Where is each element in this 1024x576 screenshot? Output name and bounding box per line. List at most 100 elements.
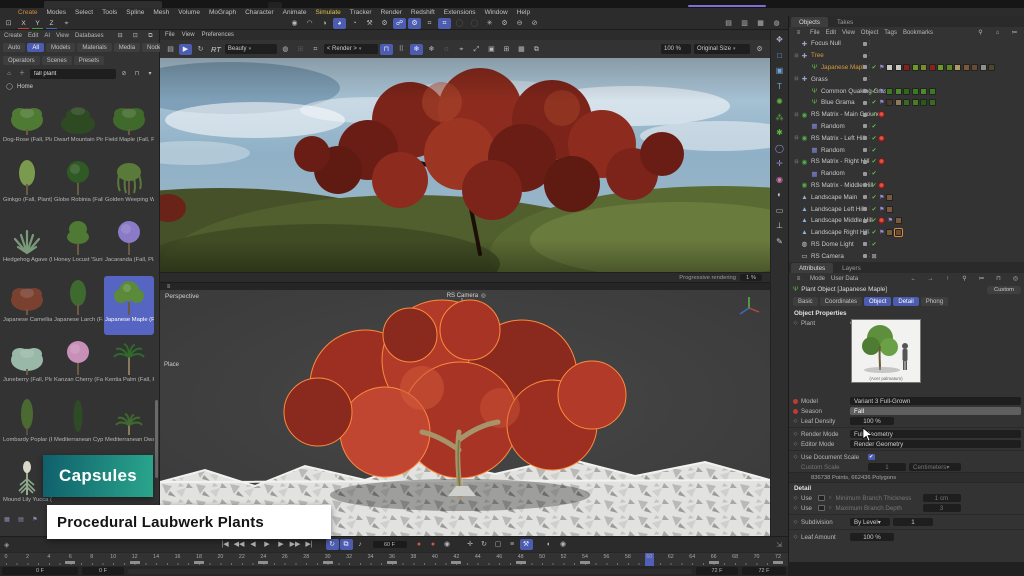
forces-settings-icon[interactable]: ⚙ [498,18,511,29]
visibility-toggle[interactable] [863,113,867,117]
om-menu-tags[interactable]: Tags [884,30,897,36]
redshift-tag-icon[interactable] [878,111,885,118]
enabled-check-icon[interactable]: ✔ [872,241,877,248]
rope-icon[interactable]: ◔ [348,18,361,29]
material-tag[interactable] [954,64,961,71]
object-row-landscape-middle-hill[interactable]: ▲Landscape Middle Hill⁚✔⚑ [789,215,1024,227]
pla-icon[interactable]: ◐ [543,539,556,550]
menu-render[interactable]: Render [381,9,402,16]
editor-render-dots[interactable]: ⁚ [869,255,871,258]
keyframe-marker-36[interactable] [387,561,397,564]
asset-field-maple-fall-plant[interactable]: Field Maple (Fall, Plant) [104,96,154,155]
powerslider-groove[interactable] [128,569,692,574]
cloth-icon[interactable]: ◕ [333,18,346,29]
inactive-icon-b[interactable]: ◯ [468,18,481,29]
softbody-icon[interactable]: ◑ [318,18,331,29]
viewport-camera-label[interactable]: RS Camera ◎ [447,293,486,299]
text-icon[interactable]: T [773,81,787,93]
material-tag[interactable] [895,64,902,71]
save-icon[interactable]: ▤ [164,44,177,55]
editor-render-dots[interactable]: ⁚ [869,172,871,175]
enabled-check-icon[interactable]: ✔ [872,217,877,224]
object-row-tree[interactable]: ⊟✚Tree⁚ [789,50,1024,62]
asset-mediterranean-dwarf[interactable]: Mediterranean Dwarf ... [104,396,154,455]
texture-tag[interactable] [886,206,893,213]
key-diamond-icon[interactable]: ◇ [793,419,798,424]
at-sectab-detail[interactable]: Detail [893,297,918,306]
ab-menu-ai[interactable]: AI [44,33,50,39]
object-row-rs-camera[interactable]: ▭RS Camera⁚⊠ [789,250,1024,262]
render-settings-icon[interactable]: ▦ [754,18,767,29]
material-tag[interactable] [988,64,995,71]
remove-icon[interactable]: ⊖ [513,18,526,29]
asset-ginkgo-fall-plant[interactable]: Ginkgo (Fall, Plant) [2,156,52,215]
asset-jacaranda-fall-plant[interactable]: Jacaranda (Fall, Plant) [104,216,154,275]
window-icon[interactable]: ⊡ [131,30,140,41]
pen-icon[interactable]: ✎ [773,236,787,248]
object-row-blue-grama[interactable]: ΨBlue Grama⁚✔⚑ [789,97,1024,109]
editor-render-dots[interactable]: ⁚ [869,137,871,140]
menu-volume[interactable]: Volume [178,9,200,16]
material-tag[interactable] [886,99,893,106]
at-tab-layers[interactable]: Layers [834,263,869,273]
keyframe-marker-18[interactable] [194,561,204,564]
enabled-check-icon[interactable]: ✔ [872,135,877,142]
visibility-toggle[interactable] [863,89,867,93]
editor-render-dots[interactable]: ⁚ [869,196,871,199]
render-picture-icon[interactable]: ▥ [738,18,751,29]
plane-icon[interactable]: □ [773,50,787,62]
ab-tab-materials[interactable]: Materials [77,43,111,52]
pass-dropdown[interactable]: Beauty▾ [225,44,277,54]
ab-menu-create[interactable]: Create [4,33,22,39]
pv-icon[interactable]: ▦ [515,44,528,55]
editor-render-dots[interactable]: ⁚ [869,66,871,69]
texture-tag[interactable] [895,229,902,236]
preview-range-icon[interactable]: ⧉ [340,539,353,550]
at-sectab-object[interactable]: Object [864,297,891,306]
grid-icon[interactable]: ⊞ [294,44,307,55]
asset-japanese-larch-fall-pl[interactable]: Japanese Larch (Fall, Pl... [53,276,103,335]
inactive-icon-a[interactable]: ◯ [453,18,466,29]
object-row-rs-matrix-middle-hill[interactable]: ◉RS Matrix - Middle Hill⁚✔ [789,180,1024,192]
render-source-dropdown[interactable]: < Render >▾ [324,44,378,54]
keyframe-marker-66[interactable] [709,561,719,564]
asset-kanzan-cherry-fall-pl[interactable]: Kanzan Cherry (Fall, Pl... [53,336,103,395]
enabled-check-icon[interactable]: ✔ [872,111,877,118]
expand-icon[interactable]: ⊟ [793,135,800,141]
copy-icon[interactable]: ⧉ [530,44,543,55]
camera-target-icon[interactable]: ⊠ [872,253,877,260]
current-frame-field[interactable]: 60 F [373,541,407,549]
rotation-record-icon[interactable]: ↻ [478,539,491,550]
flag-tag-icon[interactable]: ⚑ [879,206,884,213]
menu-select[interactable]: Select [75,9,93,16]
menu-tracker[interactable]: Tracker [350,9,372,16]
visibility-toggle[interactable] [863,231,867,235]
keyframe-marker-12[interactable] [130,561,140,564]
material-tag[interactable] [895,99,902,106]
menu-create[interactable]: Create [18,9,38,16]
range-end-field[interactable]: 72 F [696,567,738,575]
range-start-field[interactable]: 0 F [2,567,78,575]
key-diamond-icon[interactable]: ◇ [793,432,798,437]
chevron-down-icon[interactable]: ▾ [145,69,155,80]
visibility-toggle[interactable] [863,172,867,176]
editor-mode-dropdown[interactable]: Render Geometry [850,440,1021,449]
redshift-tag-icon[interactable] [878,217,885,224]
enabled-check-icon[interactable]: ✔ [872,88,877,95]
material-tag[interactable] [920,64,927,71]
size-dropdown[interactable]: Original Size▾ [694,44,750,54]
visibility-toggle[interactable] [863,195,867,199]
asset-dog-rose-fall-plant[interactable]: Dog-Rose (Fall, Plant) [2,96,52,155]
custom-scale-field[interactable]: 1 [868,463,906,472]
render-mode-dropdown[interactable]: Full Geometry [850,430,1021,439]
editor-render-dots[interactable]: ⁚ [869,208,871,211]
snapshot-icon[interactable]: ❄ [410,44,423,55]
timeline-ruler[interactable]: 0246810121416182022242628303234363840424… [0,552,788,566]
custom-button[interactable]: Custom [987,286,1021,294]
list-view-icon[interactable]: ▤ [16,514,26,525]
menu-window[interactable]: Window [485,9,508,16]
menu-animate[interactable]: Animate [283,9,307,16]
flag-tag-icon[interactable]: ⚑ [879,99,884,106]
expand-icon[interactable]: ⊟ [793,76,800,82]
menu-tools[interactable]: Tools [102,9,117,16]
